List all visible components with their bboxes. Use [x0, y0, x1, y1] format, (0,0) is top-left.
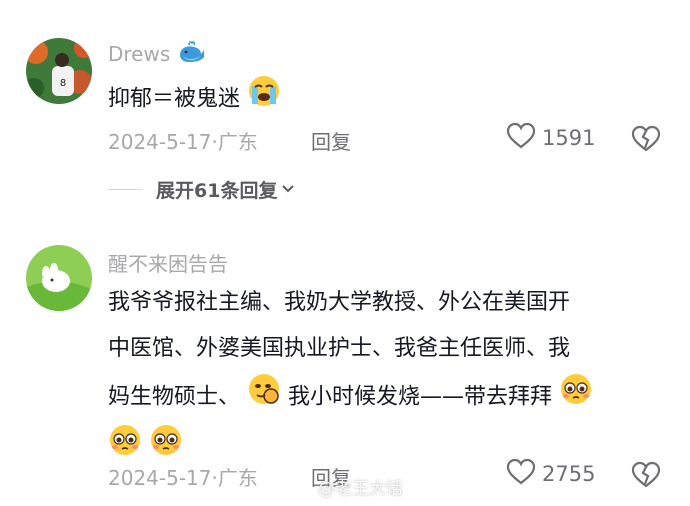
divider: [108, 189, 142, 190]
broken-heart-icon[interactable]: [630, 461, 662, 494]
broken-heart-icon[interactable]: [630, 125, 662, 158]
weibo-icon: [290, 475, 312, 498]
reply-button[interactable]: 回复: [311, 126, 351, 155]
like-button[interactable]: 2755: [506, 458, 595, 490]
avatar[interactable]: 8: [26, 38, 92, 104]
expand-replies-button[interactable]: 展开61条回复: [108, 176, 296, 203]
like-count: 2755: [542, 462, 596, 486]
dislike-button[interactable]: [630, 124, 662, 158]
whale-emoji: [177, 41, 205, 70]
heart-icon[interactable]: [506, 458, 536, 490]
chevron-down-icon: [280, 180, 296, 199]
username[interactable]: 醒不来困告告: [108, 248, 228, 277]
svg-text:8: 8: [60, 78, 66, 89]
like-count: 1591: [542, 126, 596, 150]
heart-icon[interactable]: [506, 122, 536, 154]
comment-text: 我爷爷报社主编、我奶大学教授、外公在美国开 中医馆、外婆美国执业护士、我爸主任医…: [108, 280, 668, 474]
pleading-emoji: [559, 372, 593, 423]
sneaky-emoji: [247, 372, 281, 423]
watermark: @老王大话: [290, 474, 403, 499]
crying-emoji: [247, 74, 281, 125]
comment-text: 抑郁＝被鬼迷: [108, 74, 668, 125]
avatar[interactable]: [26, 245, 92, 311]
like-button[interactable]: 1591: [506, 122, 595, 154]
comment-meta: 2024-5-17·广东: [108, 466, 258, 490]
username[interactable]: Drews: [108, 41, 205, 70]
comment-meta: 2024-5-17·广东: [108, 130, 258, 154]
dislike-button[interactable]: [630, 460, 662, 494]
